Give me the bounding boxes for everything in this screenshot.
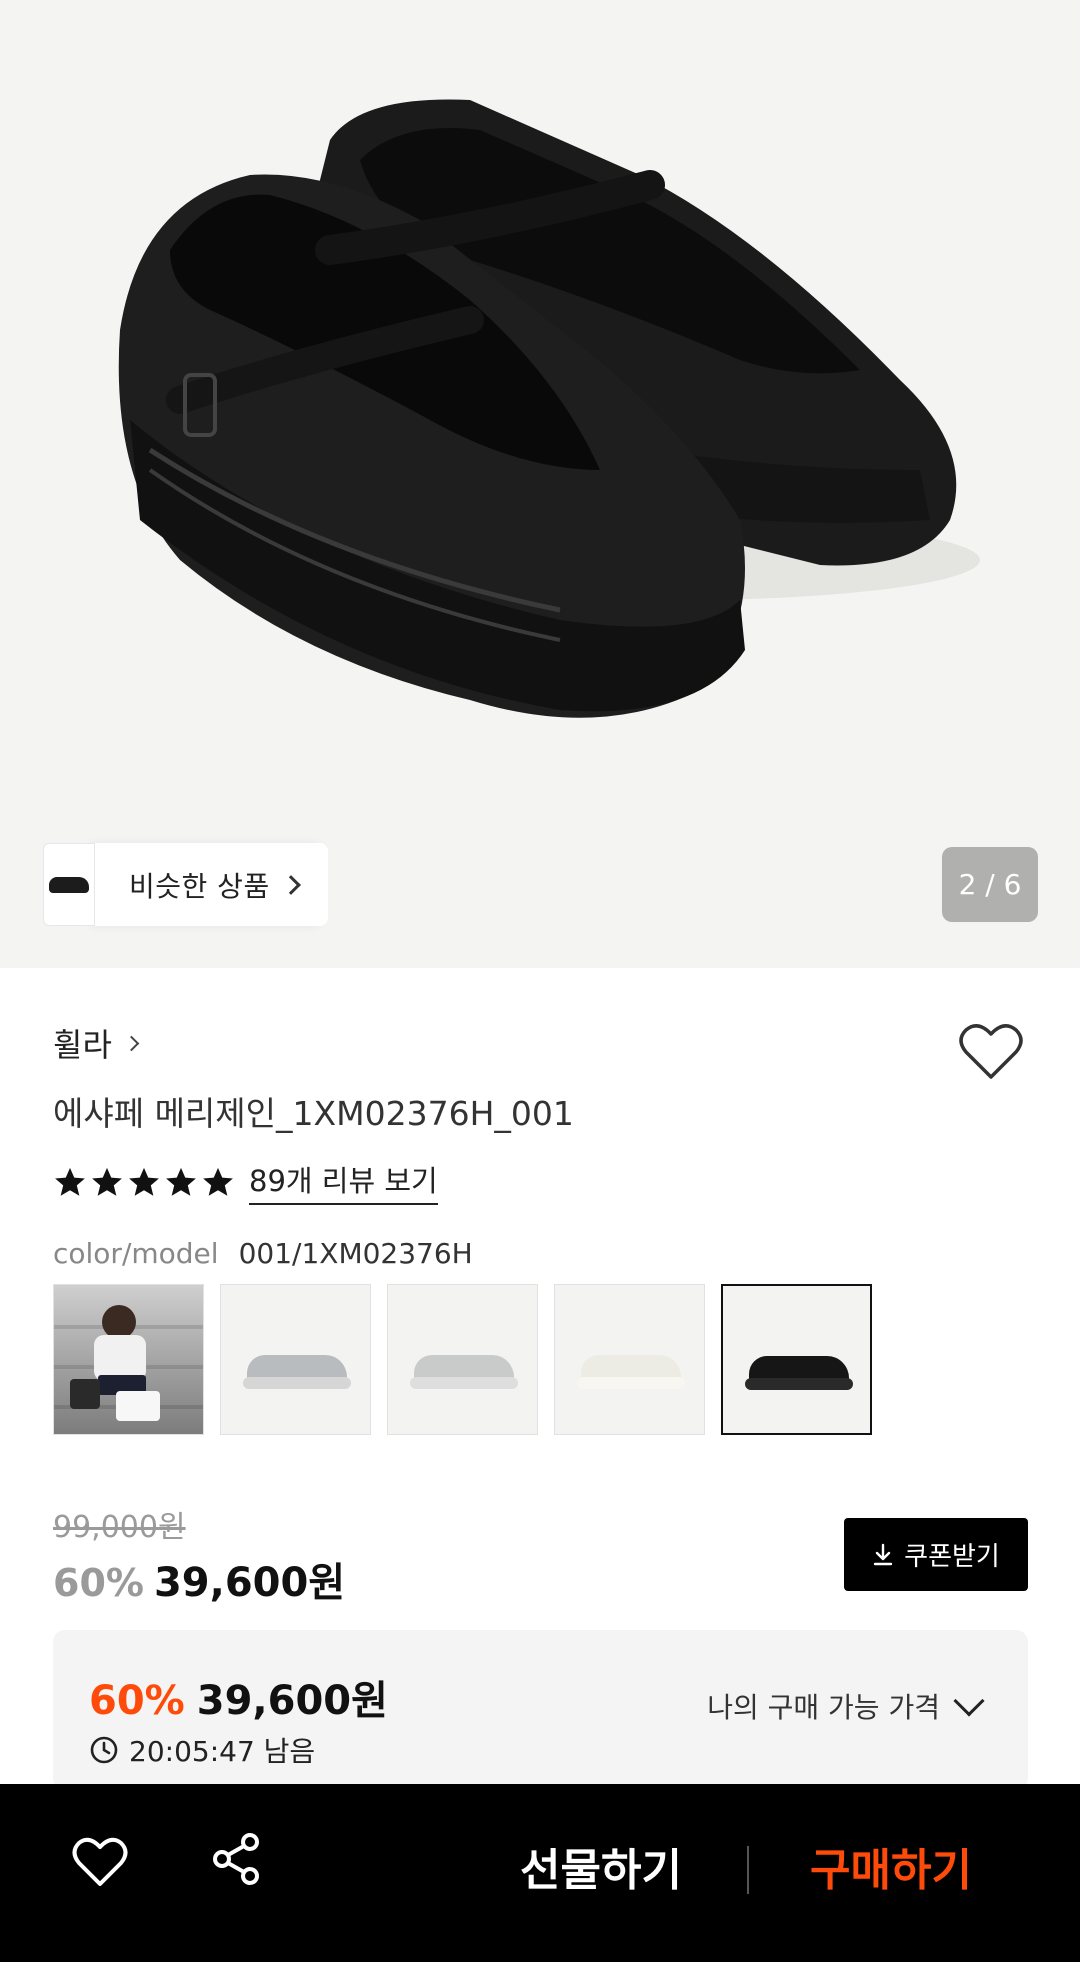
review-link[interactable]: 89개 리뷰 보기 bbox=[249, 1158, 438, 1205]
chevron-down-icon bbox=[953, 1685, 985, 1717]
product-title: 에샤페 메리제인_1XM02376H_001 bbox=[53, 1094, 574, 1133]
chevron-right-icon bbox=[280, 874, 301, 895]
wishlist-heart-icon[interactable] bbox=[72, 1836, 128, 1888]
bottom-action-bar: 선물하기 구매하기 bbox=[0, 1784, 1080, 1962]
color-label: color/model bbox=[53, 1237, 219, 1270]
download-icon bbox=[873, 1543, 893, 1565]
swatch-ivory[interactable] bbox=[554, 1284, 705, 1435]
my-price-value: 39,600원 bbox=[196, 1678, 388, 1724]
wishlist-heart-icon[interactable] bbox=[958, 1022, 1024, 1082]
gift-button[interactable]: 선물하기 bbox=[520, 1834, 682, 1898]
brand-name: 휠라 bbox=[53, 1026, 112, 1064]
clock-icon bbox=[90, 1736, 118, 1764]
star-rating bbox=[53, 1165, 235, 1199]
color-swatches bbox=[53, 1284, 872, 1435]
color-model-row: color/model 001/1XM02376H bbox=[53, 1237, 473, 1270]
original-price: 99,000원 bbox=[53, 1510, 186, 1545]
brand-link[interactable]: 휠라 bbox=[53, 1020, 140, 1066]
my-price-label: 나의 구매 가능 가격 bbox=[707, 1691, 940, 1724]
timer-text: 20:05:47 남음 bbox=[129, 1735, 316, 1768]
divider bbox=[747, 1846, 749, 1894]
coupon-label: 쿠폰받기 bbox=[904, 1542, 1000, 1572]
chevron-right-icon bbox=[123, 1035, 140, 1051]
swatch-light-gray[interactable] bbox=[387, 1284, 538, 1435]
color-value: 001/1XM02376H bbox=[238, 1237, 473, 1270]
share-icon[interactable] bbox=[208, 1831, 264, 1887]
swatch-model-photo[interactable] bbox=[53, 1284, 204, 1435]
my-price-panel[interactable]: 60% 39,600원 20:05:47 남음 나의 구매 가능 가격 bbox=[53, 1630, 1028, 1790]
image-pager-indicator: 2 / 6 bbox=[942, 847, 1038, 922]
buy-button[interactable]: 구매하기 bbox=[810, 1834, 972, 1898]
swatch-silver-gray[interactable] bbox=[220, 1284, 371, 1435]
star-icon bbox=[203, 1167, 233, 1196]
countdown-timer: 20:05:47 남음 bbox=[89, 1730, 315, 1770]
product-image-carousel[interactable]: 비슷한 상품 2 / 6 bbox=[0, 0, 1080, 968]
discount-rate: 60% bbox=[53, 1561, 144, 1605]
sale-price: 39,600원 bbox=[153, 1560, 346, 1606]
star-icon bbox=[55, 1167, 85, 1196]
star-icon bbox=[129, 1167, 159, 1196]
swatch-black[interactable] bbox=[721, 1284, 872, 1435]
price-row: 60% 39,600원 bbox=[53, 1550, 345, 1608]
rating-row: 89개 리뷰 보기 bbox=[53, 1158, 438, 1205]
my-discount-rate: 60% bbox=[89, 1678, 185, 1724]
my-price-toggle[interactable]: 나의 구매 가능 가격 bbox=[707, 1685, 985, 1726]
star-icon bbox=[92, 1167, 122, 1196]
similar-products-label: 비슷한 상품 bbox=[129, 869, 270, 903]
coupon-button[interactable]: 쿠폰받기 bbox=[844, 1518, 1028, 1591]
star-icon bbox=[166, 1167, 196, 1196]
similar-thumbnail bbox=[43, 843, 95, 926]
similar-products-button[interactable]: 비슷한 상품 bbox=[43, 843, 328, 926]
product-image bbox=[118, 99, 980, 718]
